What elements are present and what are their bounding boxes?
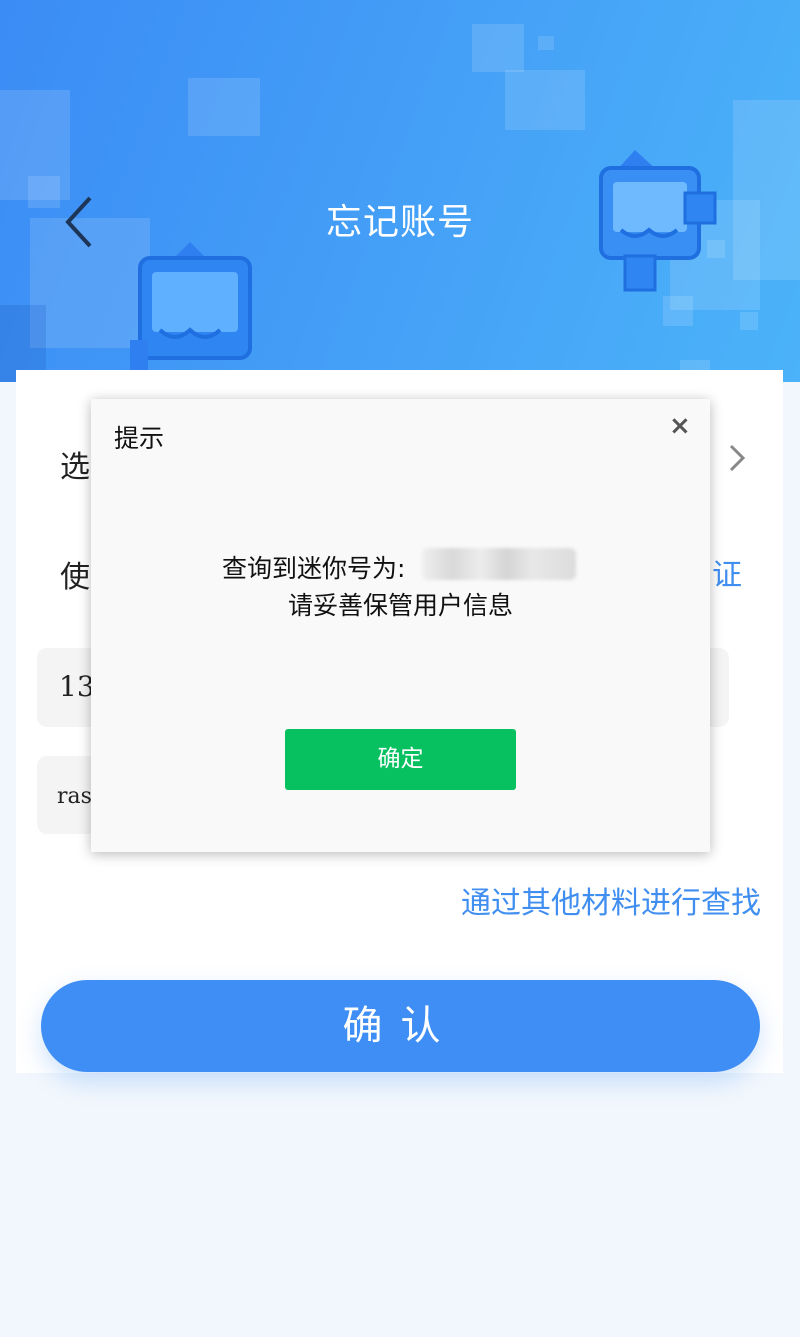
decor-square — [740, 312, 758, 330]
decor-square — [472, 24, 524, 72]
page-title: 忘记账号 — [325, 202, 474, 243]
chevron-right-icon[interactable] — [723, 440, 751, 476]
alert-dialog: 提示 × 查询到迷你号为: 请妥善保管用户信息 确定 — [91, 399, 710, 852]
verify-link[interactable]: 证 — [712, 550, 742, 594]
decor-square — [505, 70, 585, 130]
dialog-ok-button[interactable]: 确定 — [285, 729, 516, 790]
find-by-other-materials-link[interactable]: 通过其他材料进行查找 — [461, 878, 761, 922]
code-input[interactable]: ras — [37, 756, 97, 834]
blurred-mini-number — [422, 548, 576, 580]
decor-square — [538, 36, 554, 50]
dialog-message-line2: 请妥善保管用户信息 — [287, 591, 513, 620]
select-row-label[interactable]: 选 — [60, 442, 90, 486]
dialog-message-line1: 查询到迷你号为: — [222, 554, 406, 583]
mascot-left-icon — [130, 242, 252, 380]
header-banner: 忘记账号 — [0, 0, 800, 382]
code-input-value: ras — [57, 784, 92, 809]
phone-input-value: 13 — [59, 670, 95, 703]
decor-square — [188, 78, 260, 136]
close-icon[interactable]: × — [669, 411, 691, 441]
dialog-title: 提示 — [114, 424, 165, 453]
decor-square — [663, 296, 693, 326]
confirm-button[interactable]: 确认 — [41, 980, 760, 1072]
use-row-label: 使 — [60, 560, 90, 595]
